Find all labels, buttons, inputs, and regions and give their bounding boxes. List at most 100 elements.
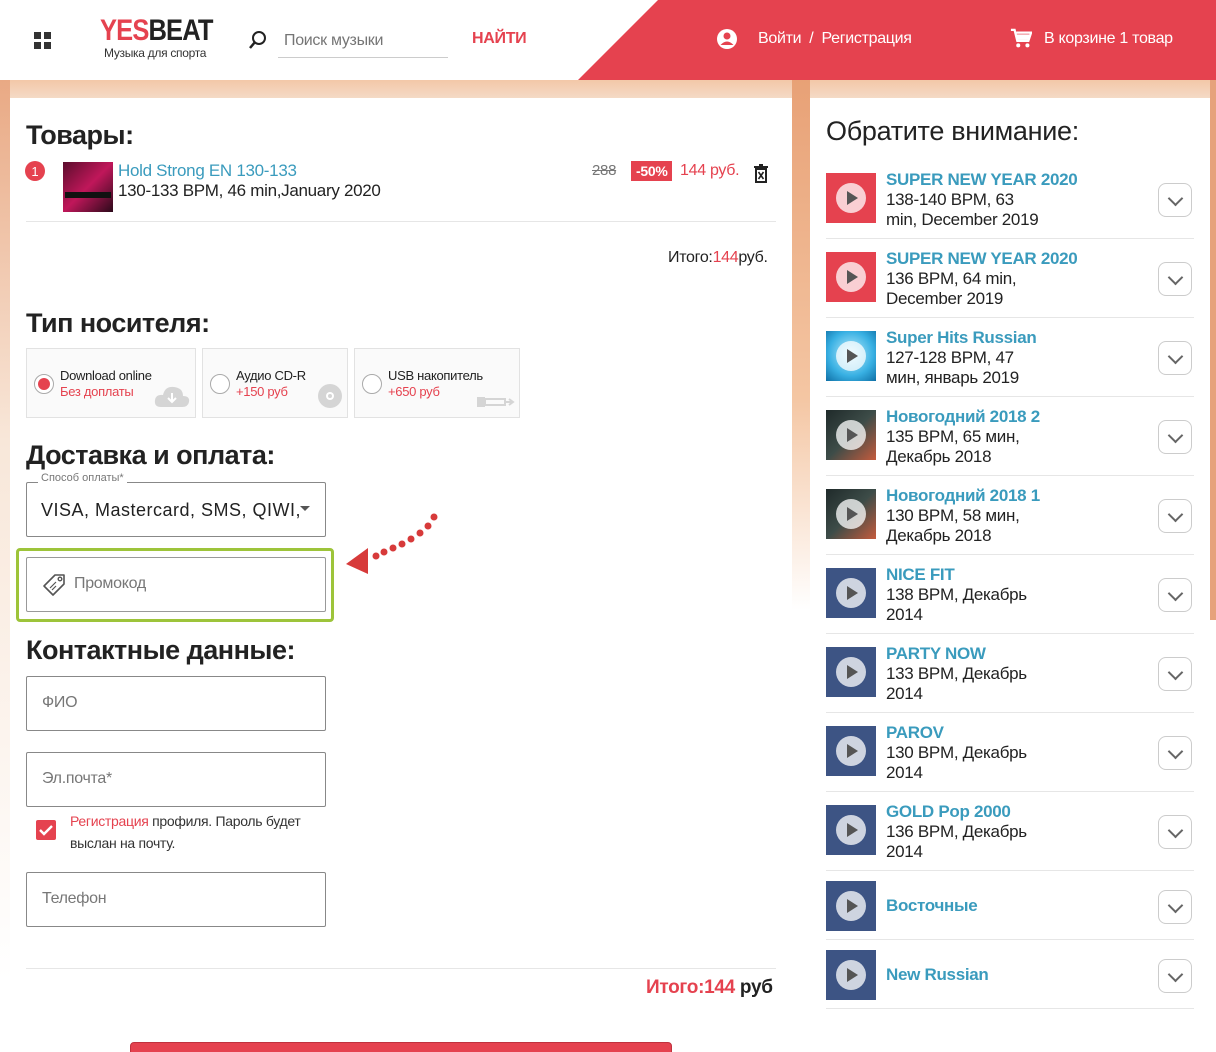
- expand-chevron-icon[interactable]: [1158, 959, 1192, 993]
- logo[interactable]: YESBEAT: [100, 14, 213, 48]
- media-option-download[interactable]: Download online Без доплаты: [26, 348, 196, 418]
- recommendation-item[interactable]: GOLD Pop 2000 136 BPM, Декабрь 2014: [826, 792, 1194, 871]
- item-cover-image[interactable]: [63, 162, 113, 212]
- search-input[interactable]: [278, 24, 448, 58]
- recommendation-title[interactable]: Новогодний 2018 1: [886, 486, 1040, 506]
- media-option-label: Download online: [60, 368, 152, 383]
- album-cover[interactable]: [826, 568, 876, 618]
- recommendation-title[interactable]: SUPER NEW YEAR 2020: [886, 170, 1078, 190]
- expand-chevron-icon[interactable]: [1158, 499, 1192, 533]
- checkmark-icon: [39, 825, 53, 836]
- play-icon[interactable]: [836, 499, 866, 529]
- media-option-label: USB накопитель: [388, 368, 483, 383]
- contacts-heading: Контактные данные:: [26, 635, 295, 665]
- recommendation-title[interactable]: PARTY NOW: [886, 644, 986, 664]
- expand-chevron-icon[interactable]: [1158, 578, 1192, 612]
- register-checkbox[interactable]: [36, 820, 56, 840]
- recommendation-item[interactable]: New Russian: [826, 940, 1194, 1009]
- recommendation-title[interactable]: Super Hits Russian: [886, 328, 1037, 348]
- recommendation-item[interactable]: NICE FIT 138 BPM, Декабрь 2014: [826, 555, 1194, 634]
- user-icon[interactable]: [716, 28, 738, 50]
- album-cover[interactable]: [826, 410, 876, 460]
- goods-heading: Товары:: [26, 120, 134, 150]
- expand-chevron-icon[interactable]: [1158, 736, 1192, 770]
- play-icon[interactable]: [836, 736, 866, 766]
- recommendation-title[interactable]: GOLD Pop 2000: [886, 802, 1011, 822]
- logo-tagline: Музыка для спорта: [104, 46, 207, 60]
- recommendation-item[interactable]: Новогодний 2018 1 130 BPM, 58 мин, Декаб…: [826, 476, 1194, 555]
- subtotal-value: 144: [712, 249, 739, 266]
- phone-placeholder: Телефон: [42, 890, 107, 907]
- recommendation-title[interactable]: NICE FIT: [886, 565, 955, 585]
- recommendation-title[interactable]: New Russian: [886, 965, 989, 985]
- recommendation-meta: 130 BPM, 58 мин, Декабрь 2018: [886, 506, 1020, 545]
- item-title-link[interactable]: Hold Strong EN 130-133: [118, 161, 297, 181]
- checkout-button[interactable]: [130, 1042, 672, 1052]
- media-option-cd[interactable]: Аудио CD-R +150 руб: [202, 348, 348, 418]
- play-icon[interactable]: [836, 341, 866, 371]
- media-radio-cd[interactable]: [210, 374, 230, 394]
- recommendation-item[interactable]: Super Hits Russian 127-128 BPM, 47 мин, …: [826, 318, 1194, 397]
- expand-chevron-icon[interactable]: [1158, 890, 1192, 924]
- recommendation-item[interactable]: Восточные: [826, 871, 1194, 940]
- recommendation-item[interactable]: PAROV 130 BPM, Декабрь 2014: [826, 713, 1194, 792]
- album-cover[interactable]: [826, 647, 876, 697]
- login-link[interactable]: Войти: [758, 30, 802, 48]
- goods-subtotal: Итого:144руб.: [668, 249, 768, 267]
- search-button[interactable]: НАЙТИ: [472, 30, 527, 48]
- expand-chevron-icon[interactable]: [1158, 657, 1192, 691]
- expand-chevron-icon[interactable]: [1158, 815, 1192, 849]
- recommendation-title[interactable]: Новогодний 2018 2: [886, 407, 1040, 427]
- expand-chevron-icon[interactable]: [1158, 420, 1192, 454]
- recommendation-item[interactable]: PARTY NOW 133 BPM, Декабрь 2014: [826, 634, 1194, 713]
- play-icon[interactable]: [836, 815, 866, 845]
- expand-chevron-icon[interactable]: [1158, 183, 1192, 217]
- play-icon[interactable]: [836, 578, 866, 608]
- recommendation-meta: 136 BPM, Декабрь 2014: [886, 822, 1027, 861]
- media-radio-download[interactable]: [34, 374, 54, 394]
- promo-code-input[interactable]: [26, 557, 326, 612]
- dropdown-arrow-icon[interactable]: [300, 506, 310, 511]
- total-value: 144: [704, 977, 735, 998]
- register-profile-link[interactable]: Регистрация: [70, 813, 149, 829]
- play-icon[interactable]: [836, 891, 866, 921]
- album-cover[interactable]: [826, 726, 876, 776]
- search-icon[interactable]: [248, 30, 268, 50]
- recommendation-item[interactable]: SUPER NEW YEAR 2020 136 BPM, 64 min, Dec…: [826, 239, 1194, 318]
- recommendation-title[interactable]: SUPER NEW YEAR 2020: [886, 249, 1078, 269]
- payment-method-value: VISA, Mastercard, SMS, QIWI,: [41, 500, 302, 520]
- subtotal-label: Итого:: [668, 249, 713, 266]
- cart-link[interactable]: В корзине 1 товар: [1010, 28, 1173, 50]
- delete-item-icon[interactable]: [753, 163, 769, 183]
- play-icon[interactable]: [836, 183, 866, 213]
- album-cover[interactable]: [826, 173, 876, 223]
- recommendation-item[interactable]: SUPER NEW YEAR 2020 138-140 BPM, 63 min,…: [826, 160, 1194, 239]
- play-icon[interactable]: [836, 657, 866, 687]
- play-icon[interactable]: [836, 960, 866, 990]
- total-currency: руб: [739, 977, 773, 998]
- item-number-badge: 1: [25, 161, 45, 181]
- album-cover[interactable]: [826, 805, 876, 855]
- album-cover[interactable]: [826, 331, 876, 381]
- media-option-price: +650 руб: [388, 384, 440, 399]
- discount-badge: -50%: [631, 161, 673, 181]
- album-cover[interactable]: [826, 950, 876, 1000]
- album-cover[interactable]: [826, 252, 876, 302]
- media-radio-usb[interactable]: [362, 374, 382, 394]
- recommendation-title[interactable]: Восточные: [886, 896, 978, 916]
- expand-chevron-icon[interactable]: [1158, 341, 1192, 375]
- album-cover[interactable]: [826, 881, 876, 931]
- site-header: YESBEAT Музыка для спорта НАЙТИ Войти / …: [0, 0, 1216, 80]
- play-icon[interactable]: [836, 262, 866, 292]
- recommendation-title[interactable]: PAROV: [886, 723, 944, 743]
- media-option-usb[interactable]: USB накопитель +650 руб: [354, 348, 520, 418]
- album-cover[interactable]: [826, 489, 876, 539]
- expand-chevron-icon[interactable]: [1158, 262, 1192, 296]
- cart-label: В корзине 1 товар: [1044, 30, 1173, 47]
- recommendation-item[interactable]: Новогодний 2018 2 135 BPM, 65 мин, Декаб…: [826, 397, 1194, 476]
- menu-grid-icon[interactable]: [34, 32, 52, 50]
- register-link[interactable]: Регистрация: [821, 30, 912, 48]
- item-price: 144 руб.: [680, 162, 740, 179]
- play-icon[interactable]: [836, 420, 866, 450]
- login-separator: /: [809, 30, 814, 47]
